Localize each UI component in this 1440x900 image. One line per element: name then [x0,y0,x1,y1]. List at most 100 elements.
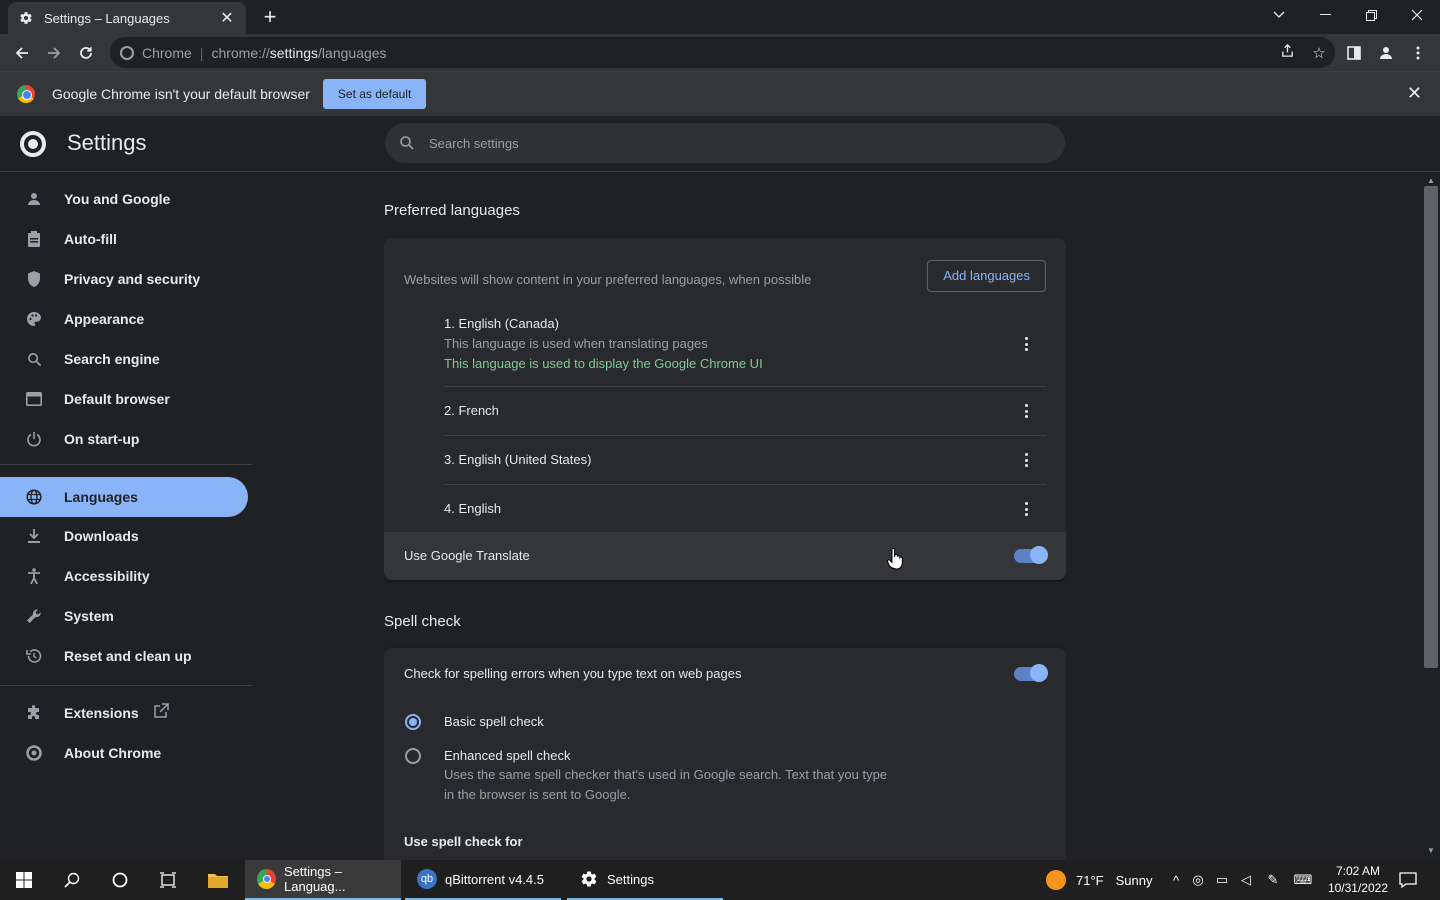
bookmark-star-icon[interactable]: ☆ [1303,44,1335,62]
chrome-logo-icon [257,869,277,889]
scroll-up-arrow-icon[interactable]: ▲ [1426,176,1436,185]
share-icon[interactable] [1271,43,1303,62]
google-translate-row[interactable]: Use Google Translate [384,532,1066,580]
minimize-icon[interactable] [1302,0,1348,30]
clipboard-icon [25,230,43,248]
sidebar-item-autofill[interactable]: Auto-fill [0,219,248,259]
accessibility-icon [25,567,43,585]
language-item: 2. French [444,386,1046,435]
sidebar-item-appearance[interactable]: Appearance [0,299,248,339]
reload-icon[interactable] [70,37,102,69]
spell-check-toggle[interactable] [1014,664,1048,682]
site-info-icon[interactable] [120,45,134,60]
description-line: Uses the same spell checker that's used … [444,767,888,782]
sidebar-item-system[interactable]: System [0,596,248,636]
volume-muted-icon[interactable]: ◁ [1234,872,1258,888]
sidebar-item-label: Languages [64,489,138,505]
settings-header: Settings Search settings [0,116,1440,172]
url-scheme: chrome:// [211,44,270,61]
sidebar-item-reset[interactable]: Reset and clean up [0,636,248,676]
new-tab-button[interactable]: + [258,5,282,29]
search-icon[interactable] [48,860,96,900]
default-browser-infobar: Google Chrome isn't your default browser… [0,71,1440,116]
address-bar[interactable]: Chrome | chrome://settings/languages ☆ [110,37,1335,68]
language-menu-icon[interactable] [1020,499,1032,519]
sidebar-item-languages[interactable]: Languages [0,477,248,517]
file-explorer-icon[interactable] [194,860,242,900]
language-item: 4. English [444,484,1046,533]
toggle-knob [1030,546,1048,564]
sidebar-item-privacy[interactable]: Privacy and security [0,259,248,299]
forward-icon[interactable] [38,37,70,69]
language-menu-icon[interactable] [1020,450,1032,470]
scrollbar-thumb[interactable] [1424,186,1438,668]
taskbar-clock[interactable]: 7:02 AM 10/31/2022 [1328,863,1388,897]
sidebar-item-label: Accessibility [64,568,150,584]
sidebar-item-downloads[interactable]: Downloads [0,516,248,556]
back-icon[interactable] [6,37,38,69]
sidebar-item-on-startup[interactable]: On start-up [0,419,248,459]
taskbar-app-settings[interactable]: Settings [567,860,723,900]
task-view-icon[interactable] [144,860,192,900]
show-hidden-icons-icon[interactable]: ^ [1166,873,1186,888]
browser-toolbar: Chrome | chrome://settings/languages ☆ [0,34,1440,71]
side-panel-icon[interactable] [1338,37,1370,69]
meet-now-icon[interactable]: ◎ [1186,872,1210,888]
language-name: 4. English [444,501,502,516]
pen-icon[interactable]: ✎ [1258,872,1288,888]
url-path: /languages [318,44,387,61]
basic-spell-check-radio[interactable] [405,714,421,730]
google-translate-toggle[interactable] [1014,546,1048,564]
add-languages-button[interactable]: Add languages [927,260,1046,292]
restore-icon[interactable] [1348,0,1394,30]
sun-icon [1046,870,1066,890]
sidebar-item-label: Privacy and security [64,271,201,287]
tab-title: Settings – Languages [44,10,170,26]
tab-close-icon[interactable]: ✕ [218,8,236,28]
taskbar-app-qbittorrent[interactable]: qb qBittorrent v4.4.5 [405,860,561,900]
tab-settings-languages[interactable]: Settings – Languages ✕ [8,2,246,34]
tab-search-icon[interactable] [1256,0,1302,30]
taskbar-app-chrome[interactable]: Settings – Languag... [245,860,401,900]
sidebar-item-label: Extensions [64,705,139,721]
sidebar-item-label: Default browser [64,391,170,407]
system-tray: ^ ◎ ▭ ◁ ✎ ⌨ [1166,860,1318,900]
sidebar-item-extensions[interactable]: Extensions [0,693,248,733]
sidebar-item-default-browser[interactable]: Default browser [0,379,248,419]
language-menu-icon[interactable] [1020,334,1032,354]
power-icon [25,430,43,448]
language-name: 2. French [444,403,499,418]
gear-icon [18,10,34,26]
download-icon [25,527,43,545]
cortana-icon[interactable] [96,860,144,900]
sidebar-item-about-chrome[interactable]: About Chrome [0,733,248,773]
sidebar-item-label: Downloads [64,528,139,544]
globe-icon [25,488,43,506]
sidebar-item-search-engine[interactable]: Search engine [0,339,248,379]
sidebar-item-you-and-google[interactable]: You and Google [0,179,248,219]
taskbar-app-label: Settings [607,871,654,887]
clock-date: 10/31/2022 [1327,881,1388,895]
enhanced-spell-check-radio[interactable] [405,748,421,764]
weather-condition: Sunny [1115,872,1153,888]
sidebar-divider [0,464,252,465]
language-name: 1. English (Canada) [444,316,559,331]
infobar-close-icon[interactable]: ✕ [1407,83,1422,104]
set-as-default-button[interactable]: Set as default [322,79,427,109]
windows-start-icon[interactable] [0,860,48,900]
scroll-down-arrow-icon[interactable]: ▼ [1426,846,1436,855]
profile-icon[interactable] [1370,37,1402,69]
notifications-icon[interactable] [1384,860,1432,900]
weather-widget[interactable]: 71°F Sunny [1046,860,1152,900]
language-menu-icon[interactable] [1020,401,1032,421]
window-close-icon[interactable] [1394,0,1440,30]
enhanced-spell-check-description: Uses the same spell checker that's used … [444,765,944,805]
keyboard-icon[interactable]: ⌨ [1288,872,1318,888]
sidebar-item-label: System [64,608,114,624]
menu-kebab-icon[interactable] [1402,37,1434,69]
sidebar-item-accessibility[interactable]: Accessibility [0,556,248,596]
spell-check-toggle-label: Check for spelling errors when you type … [404,666,742,681]
network-icon[interactable]: ▭ [1210,872,1234,888]
search-settings-input[interactable]: Search settings [385,123,1065,163]
palette-icon [25,310,43,328]
